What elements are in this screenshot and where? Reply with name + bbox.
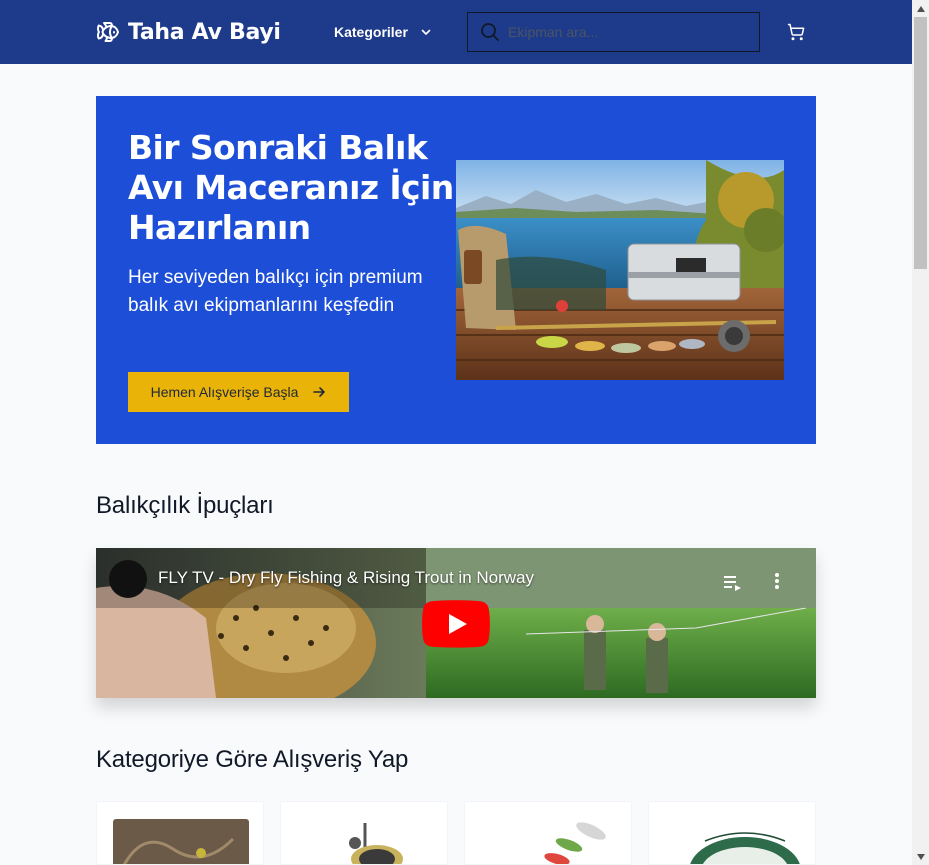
category-card[interactable] (280, 801, 448, 865)
categories-label: Kategoriler (334, 24, 408, 40)
scroll-down-arrow-icon[interactable] (912, 848, 929, 865)
hero-title: Bir Sonraki Balık Avı Maceranız İçin Haz… (128, 128, 454, 247)
play-icon[interactable] (422, 600, 490, 648)
fishing-gear-image (456, 160, 784, 380)
category-card[interactable] (96, 801, 264, 865)
category-image (113, 819, 249, 864)
search-input[interactable] (508, 24, 738, 40)
tips-section-title: Balıkçılık İpuçları (96, 492, 274, 519)
shop-now-button[interactable]: Hemen Alışverişe Başla (128, 372, 349, 412)
hero-banner: Bir Sonraki Balık Avı Maceranız İçin Haz… (96, 96, 816, 444)
search-box (467, 12, 760, 52)
page-scrollbar[interactable] (912, 0, 929, 865)
video-player[interactable]: FLY TV - Dry Fly Fishing & Rising Trout … (96, 548, 816, 698)
category-image (665, 819, 801, 864)
brand-name: Taha Av Bayi (128, 19, 281, 45)
hero-subtitle: Her seviyeden balıkçı için premium balık… (128, 267, 423, 316)
category-card[interactable] (648, 801, 816, 865)
categories-dropdown[interactable]: Kategoriler (334, 18, 432, 46)
shop-now-label: Hemen Alışverişe Başla (150, 384, 299, 400)
playlist-icon[interactable] (724, 575, 742, 591)
more-options-icon[interactable] (774, 572, 780, 590)
scroll-up-arrow-icon[interactable] (912, 0, 929, 17)
category-card[interactable] (464, 801, 632, 865)
categories-section-title: Kategoriye Göre Alışveriş Yap (96, 746, 409, 773)
chevron-down-icon (420, 26, 432, 38)
channel-avatar[interactable] (109, 560, 147, 598)
arrow-right-icon (312, 385, 326, 399)
brand-link[interactable]: Taha Av Bayi (96, 16, 281, 48)
fish-icon (96, 20, 120, 44)
scrollbar-thumb[interactable] (914, 17, 927, 269)
search-icon (480, 22, 500, 42)
category-image (481, 819, 617, 864)
video-title[interactable]: FLY TV - Dry Fly Fishing & Rising Trout … (158, 568, 534, 588)
navbar: Taha Av Bayi Kategoriler (0, 0, 912, 64)
cart-icon[interactable] (787, 23, 805, 41)
category-image (297, 819, 433, 864)
